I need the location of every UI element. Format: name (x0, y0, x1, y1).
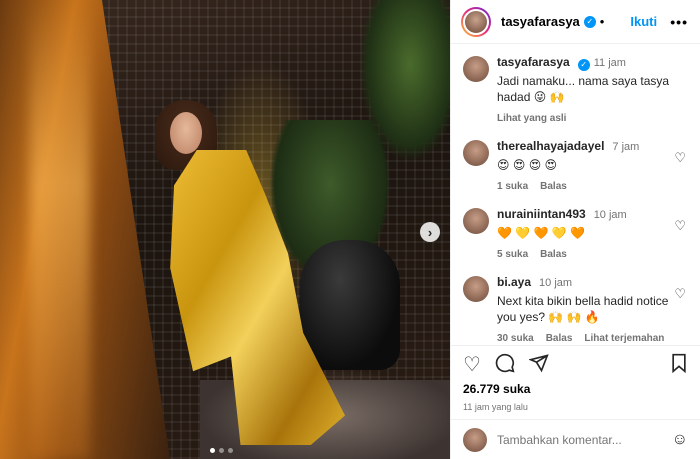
comment-icon[interactable] (495, 353, 515, 377)
comment-row: therealhayajadayel 7 jam 😍 😍 😍 😍 1 suka B… (463, 138, 688, 192)
likes-count[interactable]: 26.779 suka (463, 382, 688, 396)
more-options-icon[interactable]: ••• (670, 14, 688, 30)
separator: • (599, 14, 605, 29)
see-original-link[interactable]: Lihat yang asli (497, 113, 677, 124)
reply-button[interactable]: Balas (540, 181, 567, 192)
commenter-username[interactable]: therealhayajadayel (497, 139, 604, 153)
caption-avatar[interactable] (463, 56, 489, 82)
comment-likes[interactable]: 30 suka (497, 333, 534, 344)
photo-gold-dress (170, 150, 345, 445)
verified-badge-icon: ✓ (577, 59, 590, 71)
comment-time[interactable]: 7 jam (612, 141, 639, 153)
emoji-icon[interactable]: ☺ (672, 431, 688, 449)
author-info: tasyafarasya ✓ • (501, 14, 608, 29)
heart-icon[interactable]: ♡ (463, 355, 481, 375)
heart-icon[interactable]: ♡ (674, 150, 686, 166)
author-avatar[interactable] (461, 6, 491, 37)
comment-row: nurainiintan493 10 jam 🧡 💛 🧡 💛 🧡 5 suka B… (463, 206, 688, 260)
post-dialog: › tasyafarasya ✓ • Ikuti ••• tasyafarasy… (0, 0, 700, 459)
comment-text: Next kita bikin bella hadid notice you y… (497, 294, 669, 324)
carousel-dot (228, 448, 233, 453)
chevron-right-icon: › (427, 224, 433, 240)
post-header: tasyafarasya ✓ • Ikuti ••• (451, 0, 700, 44)
see-translation-link[interactable]: Lihat terjemahan (584, 333, 664, 344)
caption-text: Jadi namaku... nama saya tasya hadad 😜 🙌 (497, 74, 670, 104)
post-media: › (0, 0, 450, 459)
comment-text: 🧡 💛 🧡 💛 🧡 (497, 226, 586, 240)
commenter-username[interactable]: nurainiintan493 (497, 207, 586, 221)
photo-light (30, 0, 90, 459)
next-photo-button[interactable]: › (420, 222, 440, 242)
bookmark-icon[interactable] (670, 353, 688, 377)
comment-text: 😍 😍 😍 😍 (497, 158, 558, 172)
reply-button[interactable]: Balas (546, 333, 573, 344)
comment-time[interactable]: 10 jam (594, 209, 627, 221)
comment-likes[interactable]: 1 suka (497, 181, 528, 192)
commenter-avatar[interactable] (463, 140, 489, 166)
heart-icon[interactable]: ♡ (674, 218, 686, 234)
caption-time[interactable]: 11 jam (594, 57, 626, 69)
verified-badge-icon: ✓ (583, 15, 596, 28)
carousel-dots (210, 448, 233, 453)
comment-composer: ☺ (451, 419, 700, 459)
commenter-avatar[interactable] (463, 208, 489, 234)
carousel-dot-active (210, 448, 215, 453)
post-side-panel: tasyafarasya ✓ • Ikuti ••• tasyafarasya ✓… (450, 0, 700, 459)
carousel-dot (219, 448, 224, 453)
commenter-username[interactable]: bi.aya (497, 275, 531, 289)
comment-row: bi.aya 10 jam Next kita bikin bella hadid… (463, 274, 688, 344)
heart-icon[interactable]: ♡ (674, 286, 686, 302)
current-user-avatar (463, 427, 487, 452)
comment-likes[interactable]: 5 suka (497, 249, 528, 260)
comment-time[interactable]: 10 jam (539, 277, 572, 289)
action-icons: ♡ (463, 353, 688, 377)
share-icon[interactable] (528, 353, 549, 377)
photo-face (170, 112, 202, 154)
author-username[interactable]: tasyafarasya (501, 14, 580, 29)
post-actions: ♡ 26.779 suka 11 jam yang lalu (451, 345, 700, 412)
photo-person (150, 100, 350, 445)
post-timestamp[interactable]: 11 jam yang lalu (463, 402, 688, 412)
comment-input[interactable] (497, 432, 672, 447)
caption-row: tasyafarasya ✓ 11 jam Jadi namaku... nama … (463, 54, 688, 124)
reply-button[interactable]: Balas (540, 249, 567, 260)
follow-button[interactable]: Ikuti (630, 14, 657, 29)
caption-username[interactable]: tasyafarasya (497, 55, 570, 69)
commenter-avatar[interactable] (463, 276, 489, 302)
comments-list[interactable]: tasyafarasya ✓ 11 jam Jadi namaku... nama … (451, 44, 700, 344)
